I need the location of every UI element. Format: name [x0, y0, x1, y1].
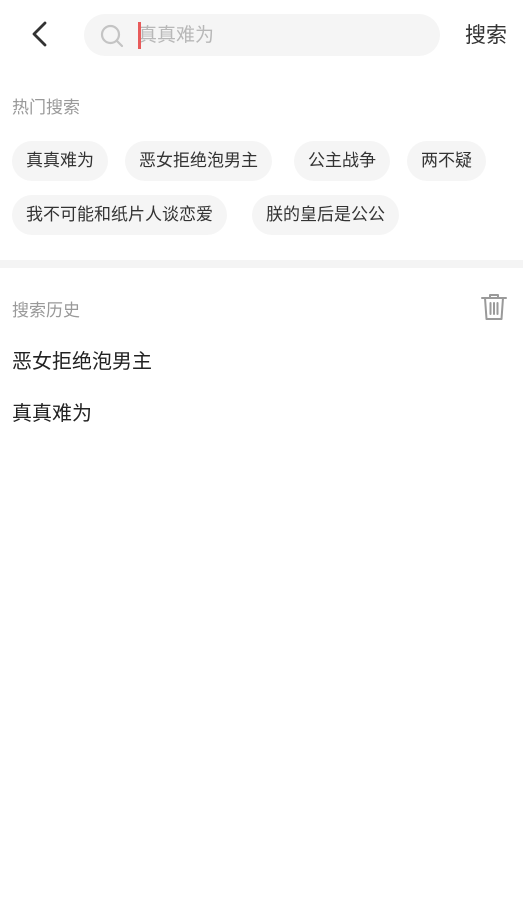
history-item[interactable]: 恶女拒绝泡男主: [12, 345, 152, 374]
chevron-left-icon: [32, 21, 47, 47]
hot-tag[interactable]: 两不疑: [407, 141, 486, 181]
clear-history-button[interactable]: [480, 292, 508, 322]
history-item[interactable]: 真真难为: [12, 397, 92, 426]
search-button[interactable]: 搜索: [458, 18, 514, 52]
search-box[interactable]: [84, 14, 440, 56]
hot-tag[interactable]: 朕的皇后是公公: [252, 195, 399, 235]
back-button[interactable]: [22, 16, 58, 52]
search-header: 搜索: [0, 0, 523, 70]
text-caret: [138, 22, 141, 49]
trash-icon: [481, 294, 507, 320]
section-divider: [0, 260, 523, 268]
search-input[interactable]: [138, 14, 428, 56]
search-icon: [100, 24, 124, 48]
hot-tag[interactable]: 我不可能和纸片人谈恋爱: [12, 195, 227, 235]
hot-tag[interactable]: 恶女拒绝泡男主: [125, 141, 272, 181]
hot-tag[interactable]: 公主战争: [294, 141, 390, 181]
search-history-title: 搜索历史: [12, 301, 80, 321]
search-page: 搜索 热门搜索 真真难为 恶女拒绝泡男主 公主战争 两不疑 我不可能和纸片人谈恋…: [0, 0, 523, 908]
hot-search-title: 热门搜索: [12, 98, 80, 118]
hot-tag[interactable]: 真真难为: [12, 141, 108, 181]
